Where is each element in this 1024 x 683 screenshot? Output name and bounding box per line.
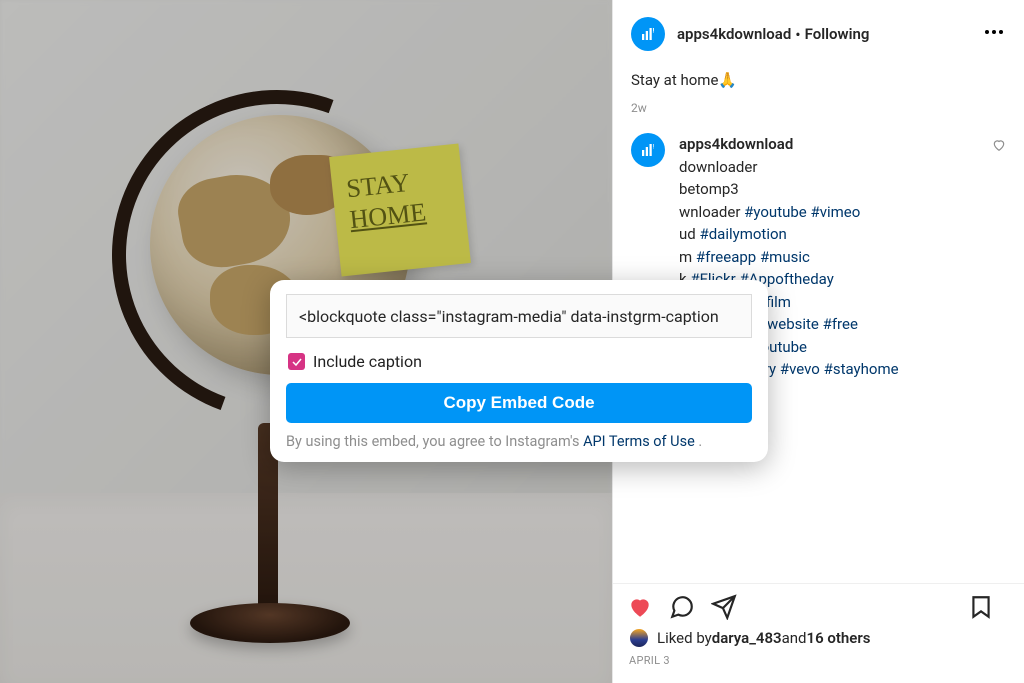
comment-username[interactable]: apps4kdownload	[679, 135, 793, 153]
bookmark-icon	[968, 594, 994, 620]
hashtag-link[interactable]: #dailymotion	[699, 225, 786, 243]
like-button[interactable]	[627, 594, 653, 624]
action-bar	[613, 584, 1024, 628]
stay-home-text: Stay at home	[631, 71, 718, 89]
heart-filled-icon	[627, 594, 653, 620]
check-icon	[291, 356, 303, 368]
dots-icon	[982, 20, 1006, 44]
include-caption-checkbox[interactable]	[288, 353, 305, 370]
more-options-button[interactable]	[972, 14, 1016, 54]
author-username[interactable]: apps4kdownload	[677, 25, 791, 43]
hashtag-link[interactable]: #vevo	[780, 360, 820, 378]
hashtag-link[interactable]: #freeapp	[696, 248, 756, 266]
comment-avatar[interactable]: !	[631, 133, 665, 167]
save-button[interactable]	[968, 594, 994, 624]
likes-summary[interactable]: Liked by darya_483 and 16 others	[613, 628, 1024, 654]
embed-terms: By using this embed, you agree to Instag…	[286, 433, 752, 450]
pray-emoji-icon: 🙏	[718, 71, 737, 89]
likes-count[interactable]: 16 others	[807, 629, 871, 647]
api-terms-link[interactable]: API Terms of Use	[583, 433, 695, 450]
liker-avatar	[629, 628, 649, 648]
comment-button[interactable]	[669, 594, 695, 624]
embed-modal: Include caption Copy Embed Code By using…	[270, 280, 768, 462]
post-caption: YouTube to MP3. Stay healthy!🙏 Stay at h…	[631, 68, 1006, 115]
follow-state[interactable]: Following	[805, 25, 870, 43]
include-caption-label: Include caption	[313, 352, 422, 371]
hashtag-link[interactable]: #stayhome	[824, 360, 899, 378]
post-header: ! apps4kdownload • Following	[613, 0, 1024, 68]
hashtag-link[interactable]: #music	[760, 248, 810, 266]
hashtag-link[interactable]: #youtube	[744, 203, 807, 221]
likes-mid: and	[782, 629, 807, 647]
post-date: APRIL 3	[613, 654, 1024, 683]
svg-text:!: !	[653, 143, 655, 151]
share-button[interactable]	[711, 594, 737, 624]
speech-bubble-icon	[669, 594, 695, 620]
likes-prefix: Liked by	[657, 629, 712, 647]
heart-outline-icon	[992, 138, 1006, 152]
caption-time: 2w	[631, 101, 1006, 115]
liker-username[interactable]: darya_483	[712, 629, 782, 647]
separator-dot: •	[795, 25, 800, 44]
hashtag-link[interactable]: #free	[823, 315, 858, 333]
hashtag-link[interactable]: #vimeo	[811, 203, 861, 221]
bars-icon: !	[639, 141, 657, 159]
author-avatar[interactable]: !	[631, 17, 665, 51]
copy-embed-button[interactable]: Copy Embed Code	[286, 383, 752, 423]
embed-code-input[interactable]	[286, 294, 752, 338]
like-comment-button[interactable]	[992, 137, 1006, 410]
app-root: STAY HOME ! apps4kdownload • Following Y…	[0, 0, 1024, 683]
svg-text:!: !	[653, 27, 655, 35]
bars-icon: !	[639, 25, 657, 43]
paper-plane-icon	[711, 594, 737, 620]
